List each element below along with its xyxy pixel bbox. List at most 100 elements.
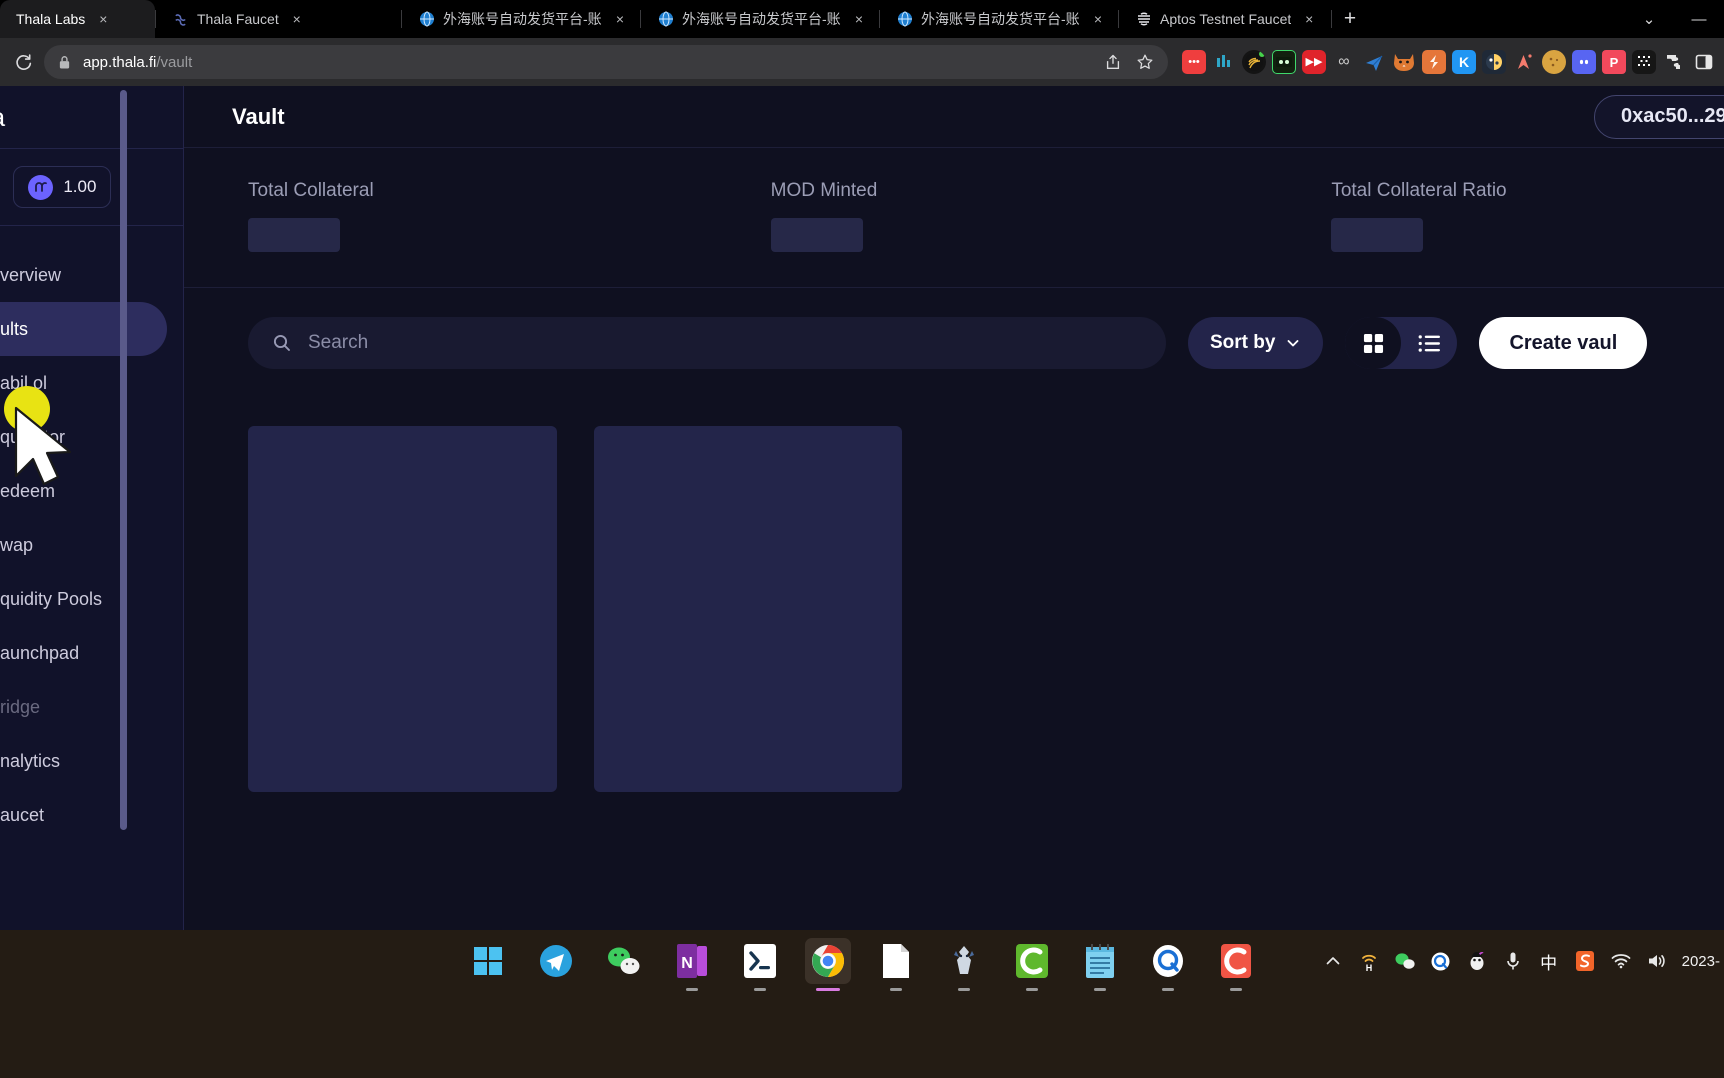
stat-total-collateral: Total Collateral bbox=[184, 180, 374, 252]
sidebar-item-vaults[interactable]: ults bbox=[0, 302, 167, 356]
tab-thala-faucet[interactable]: Thala Faucet × bbox=[156, 0, 401, 38]
chrome-taskbar-icon[interactable] bbox=[805, 938, 851, 991]
orange-shield-extension-icon[interactable] bbox=[1422, 50, 1446, 74]
web-page-viewport: ala A 1.00 verview ults abil ol q bbox=[0, 86, 1724, 930]
sidebar-item-analytics[interactable]: nalytics bbox=[0, 734, 167, 788]
martian-extension-icon[interactable] bbox=[1482, 50, 1506, 74]
tab-cn-platform-1[interactable]: 外海账号自动发货平台-账号 × bbox=[402, 0, 640, 38]
address-bar[interactable]: app.thala.fi/vault bbox=[44, 45, 1168, 79]
sidepanel-extension-icon[interactable] bbox=[1692, 50, 1716, 74]
svg-text:N: N bbox=[681, 955, 693, 972]
sidebar-item-overview[interactable]: verview bbox=[0, 248, 167, 302]
tab-close-icon[interactable]: × bbox=[1299, 9, 1319, 29]
mod-token-icon bbox=[28, 174, 54, 200]
red-chat-extension-icon[interactable]: ••• bbox=[1182, 50, 1206, 74]
reload-icon[interactable] bbox=[8, 47, 38, 77]
tab-close-icon[interactable]: × bbox=[610, 9, 630, 29]
sidebar-item-label: verview bbox=[0, 264, 62, 285]
sogou-icon[interactable] bbox=[1574, 950, 1596, 972]
sidebar-item-label: ridge bbox=[0, 696, 41, 717]
list-view-button[interactable] bbox=[1401, 317, 1457, 369]
tab-thala-labs[interactable]: Thala Labs × bbox=[0, 0, 155, 38]
running-indicator bbox=[1230, 988, 1242, 991]
tab-cn-platform-3[interactable]: 外海账号自动发货平台-账号 × bbox=[880, 0, 1118, 38]
huawei-share-icon[interactable]: H bbox=[1358, 950, 1380, 972]
sidebar-item-liquidity-pools[interactable]: quidity Pools bbox=[0, 572, 167, 626]
balance-pill-mod[interactable]: 1.00 bbox=[13, 166, 112, 208]
star-icon[interactable] bbox=[1130, 47, 1160, 77]
sidebar-item-swap[interactable]: wap bbox=[0, 518, 167, 572]
taskbar-clock[interactable]: 2023- bbox=[1682, 953, 1720, 970]
tab-close-icon[interactable]: × bbox=[849, 9, 869, 29]
sort-by-dropdown[interactable]: Sort by bbox=[1188, 317, 1324, 369]
puzzle-extension-icon[interactable] bbox=[1662, 50, 1686, 74]
vault-card-skeleton bbox=[248, 426, 557, 792]
blue-bird-extension-icon[interactable] bbox=[1362, 50, 1386, 74]
share-icon[interactable] bbox=[1098, 47, 1128, 77]
game-taskbar-icon[interactable] bbox=[941, 938, 987, 991]
quark-tray-icon[interactable] bbox=[1430, 950, 1452, 972]
globe-icon bbox=[896, 11, 913, 28]
discord-extension-icon[interactable] bbox=[1572, 50, 1596, 74]
vault-toolbar: Search Sort by Create vaul bbox=[184, 288, 1724, 398]
globe-icon bbox=[657, 11, 674, 28]
tab-close-icon[interactable]: × bbox=[1088, 9, 1108, 29]
tab-search-icon[interactable]: ⌄ bbox=[1624, 0, 1674, 38]
running-indicator bbox=[890, 988, 902, 991]
page-scrollbar[interactable] bbox=[120, 90, 127, 830]
stat-value-skeleton bbox=[1331, 218, 1424, 252]
minimize-icon[interactable]: — bbox=[1674, 0, 1724, 38]
sidebar-item-launchpad[interactable]: aunchpad bbox=[0, 626, 167, 680]
infinity-extension-icon[interactable]: ∞ bbox=[1332, 50, 1356, 74]
running-indicator bbox=[1026, 988, 1038, 991]
app-logo[interactable]: ala bbox=[0, 86, 183, 148]
youtube-extension-icon[interactable]: ▶▶ bbox=[1302, 50, 1326, 74]
new-tab-button[interactable]: + bbox=[1332, 0, 1368, 38]
onenote-taskbar-icon[interactable]: N bbox=[669, 938, 715, 991]
wechat-tray-icon[interactable] bbox=[1394, 950, 1416, 972]
fox-extension-icon[interactable] bbox=[1392, 50, 1416, 74]
extensions-bar: ••• ▶▶ ∞ K P bbox=[1174, 50, 1716, 74]
sidebar-balances: A 1.00 bbox=[0, 149, 183, 225]
bars-extension-icon[interactable] bbox=[1212, 50, 1236, 74]
black-grid-extension-icon[interactable] bbox=[1632, 50, 1656, 74]
keplr-extension-icon[interactable]: K bbox=[1452, 50, 1476, 74]
stat-value-skeleton bbox=[248, 218, 340, 252]
globe-icon bbox=[418, 11, 435, 28]
volume-icon[interactable] bbox=[1646, 950, 1668, 972]
wallet-address-button[interactable]: 0xac50...29 bbox=[1594, 94, 1724, 139]
create-vault-button[interactable]: Create vaul bbox=[1479, 317, 1648, 369]
mouse-cursor bbox=[10, 404, 80, 490]
show-hidden-icons-button[interactable] bbox=[1322, 950, 1344, 972]
tab-cn-platform-2[interactable]: 外海账号自动发货平台-账号 × bbox=[641, 0, 879, 38]
quark-taskbar-icon[interactable] bbox=[1145, 938, 1191, 991]
sidebar-item-label: aunchpad bbox=[0, 642, 80, 663]
qq-tray-icon[interactable] bbox=[1466, 950, 1488, 972]
camtasia-green-taskbar-icon[interactable] bbox=[1009, 938, 1055, 991]
search-input[interactable]: Search bbox=[248, 317, 1166, 369]
terminal-taskbar-icon[interactable] bbox=[737, 938, 783, 991]
microphone-icon[interactable] bbox=[1502, 950, 1524, 972]
windows-start-button[interactable] bbox=[465, 938, 511, 984]
petra-extension-icon[interactable] bbox=[1512, 50, 1536, 74]
pontem-extension-icon[interactable]: P bbox=[1602, 50, 1626, 74]
gold-circuit-extension-icon[interactable] bbox=[1242, 50, 1266, 74]
tab-aptos-testnet-faucet[interactable]: Aptos Testnet Faucet × bbox=[1119, 0, 1331, 38]
tab-title: Thala Faucet bbox=[197, 11, 279, 27]
telegram-taskbar-icon[interactable] bbox=[533, 938, 579, 984]
notepad-taskbar-icon[interactable] bbox=[1077, 938, 1123, 991]
document-taskbar-icon[interactable] bbox=[873, 938, 919, 991]
tab-title: 外海账号自动发货平台-账号 bbox=[921, 11, 1080, 27]
ime-chinese-icon[interactable]: 中 bbox=[1538, 950, 1560, 973]
grid-view-button[interactable] bbox=[1345, 317, 1402, 369]
sidebar-item-label: nalytics bbox=[0, 750, 61, 771]
tab-close-icon[interactable]: × bbox=[93, 9, 113, 29]
green-robot-extension-icon[interactable] bbox=[1272, 50, 1296, 74]
wechat-taskbar-icon[interactable] bbox=[601, 938, 647, 984]
sidebar-item-bridge[interactable]: ridge bbox=[0, 680, 167, 734]
wifi-icon[interactable] bbox=[1610, 950, 1632, 972]
camtasia-red-taskbar-icon[interactable] bbox=[1213, 938, 1259, 991]
cookie-extension-icon[interactable] bbox=[1542, 50, 1566, 74]
sidebar-item-faucet[interactable]: aucet bbox=[0, 788, 167, 842]
tab-close-icon[interactable]: × bbox=[287, 9, 307, 29]
